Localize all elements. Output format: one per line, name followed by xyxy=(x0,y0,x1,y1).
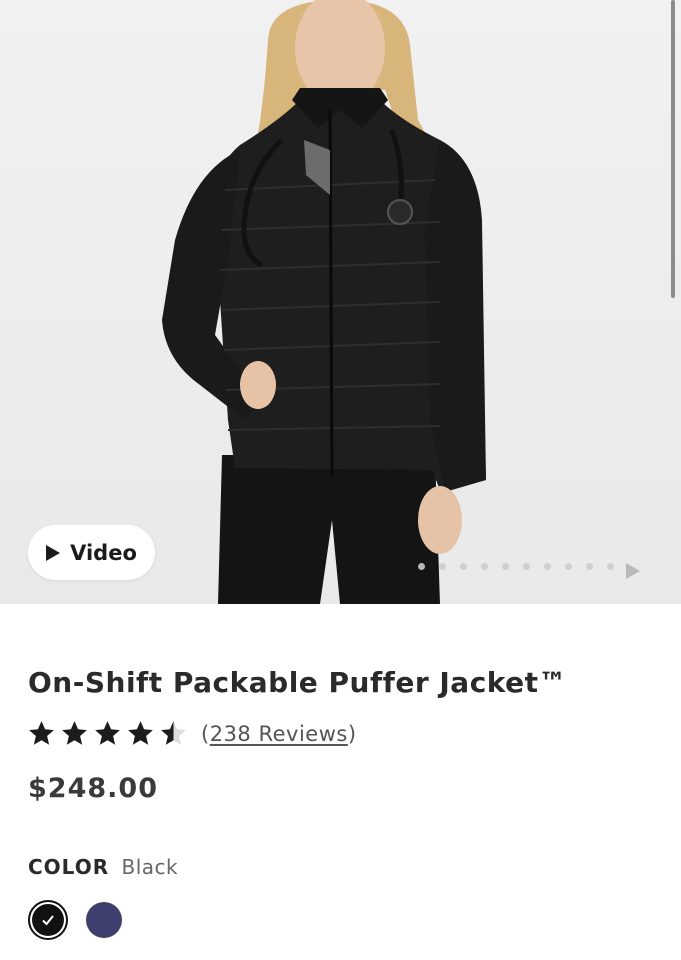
color-swatch-navy[interactable] xyxy=(86,902,122,938)
reviews-close-paren: ) xyxy=(347,721,357,746)
next-arrow-icon[interactable] xyxy=(626,563,640,579)
carousel-dot[interactable] xyxy=(502,563,509,570)
carousel-dot[interactable] xyxy=(544,563,551,570)
video-button-label: Video xyxy=(70,540,137,565)
star-full-icon xyxy=(128,721,153,745)
reviews-link[interactable]: (238 Reviews) xyxy=(201,722,357,746)
star-full-icon xyxy=(95,721,120,745)
reviews-open-paren: ( xyxy=(201,721,210,746)
product-title: On-Shift Packable Puffer Jacket™ xyxy=(28,666,568,699)
carousel-pagination xyxy=(418,563,614,570)
star-full-icon xyxy=(29,721,54,745)
color-label: COLOR xyxy=(28,855,110,879)
play-icon xyxy=(46,544,61,561)
carousel-dot[interactable] xyxy=(460,563,467,570)
checkmark-icon xyxy=(42,915,54,926)
star-rating xyxy=(28,720,187,747)
color-swatches xyxy=(28,900,122,940)
carousel-dot[interactable] xyxy=(565,563,572,570)
carousel-dot[interactable] xyxy=(418,563,425,570)
color-swatch-black[interactable] xyxy=(28,900,68,940)
carousel-dot[interactable] xyxy=(439,563,446,570)
carousel-dot[interactable] xyxy=(607,563,614,570)
star-half-icon xyxy=(161,721,186,745)
swatch-color-fill xyxy=(32,904,64,936)
swatch-color-fill xyxy=(86,902,122,938)
color-selector-heading: COLOR Black xyxy=(28,855,178,879)
product-price: $248.00 xyxy=(28,773,158,804)
reviews-count[interactable]: 238 Reviews xyxy=(210,722,348,746)
product-image-carousel[interactable]: Video xyxy=(0,0,681,604)
carousel-dot[interactable] xyxy=(523,563,530,570)
selected-color-name: Black xyxy=(121,855,179,879)
product-rating: (238 Reviews) xyxy=(28,720,357,747)
product-photo xyxy=(162,0,486,604)
video-button[interactable]: Video xyxy=(28,525,155,580)
carousel-dot[interactable] xyxy=(586,563,593,570)
star-full-icon xyxy=(62,721,87,745)
carousel-dot[interactable] xyxy=(481,563,488,570)
scrollbar[interactable] xyxy=(671,0,675,298)
